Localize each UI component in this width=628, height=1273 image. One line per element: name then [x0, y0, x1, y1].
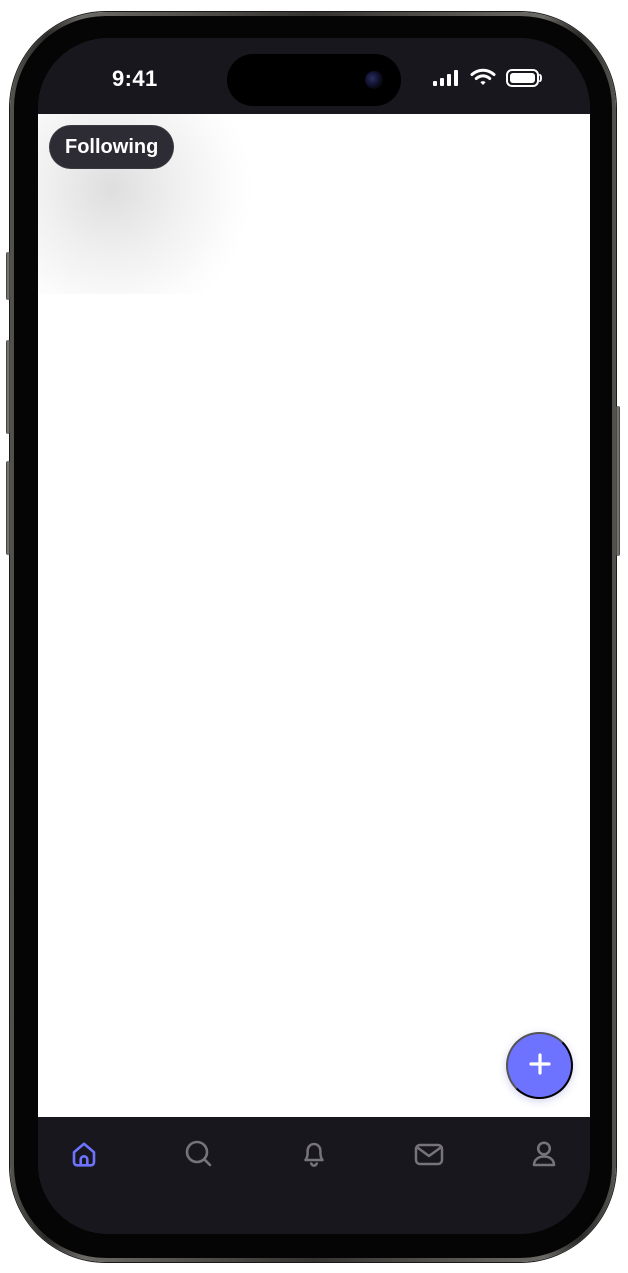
- following-filter-button[interactable]: Following: [49, 125, 175, 169]
- dynamic-island: [227, 54, 401, 106]
- status-bar: 9:41: [38, 38, 590, 114]
- nav-notifications-button[interactable]: [293, 1133, 335, 1175]
- profile-icon: [527, 1137, 561, 1171]
- nav-messages-button[interactable]: [408, 1133, 450, 1175]
- phone-screen: 9:41 Following: [38, 38, 590, 1234]
- nav-search-button[interactable]: [178, 1133, 220, 1175]
- mail-icon: [411, 1137, 447, 1171]
- status-icons: [432, 68, 542, 92]
- signal-icon: [432, 69, 460, 92]
- search-icon: [182, 1137, 216, 1171]
- plus-icon: [526, 1050, 554, 1081]
- power-button: [616, 406, 620, 556]
- feed-content: Following: [38, 114, 590, 1117]
- status-time: 9:41: [112, 66, 158, 91]
- battery-icon: [506, 68, 542, 92]
- nav-profile-button[interactable]: [523, 1133, 565, 1175]
- wifi-icon: [470, 68, 496, 92]
- compose-button[interactable]: [506, 1032, 573, 1099]
- home-icon: [68, 1138, 100, 1170]
- front-camera-icon: [365, 71, 383, 89]
- volume-up-button: [6, 340, 10, 434]
- action-button: [6, 252, 10, 300]
- bottom-navigation: [38, 1117, 590, 1234]
- volume-down-button: [6, 461, 10, 555]
- bell-icon: [297, 1137, 331, 1171]
- nav-home-button[interactable]: [63, 1133, 105, 1175]
